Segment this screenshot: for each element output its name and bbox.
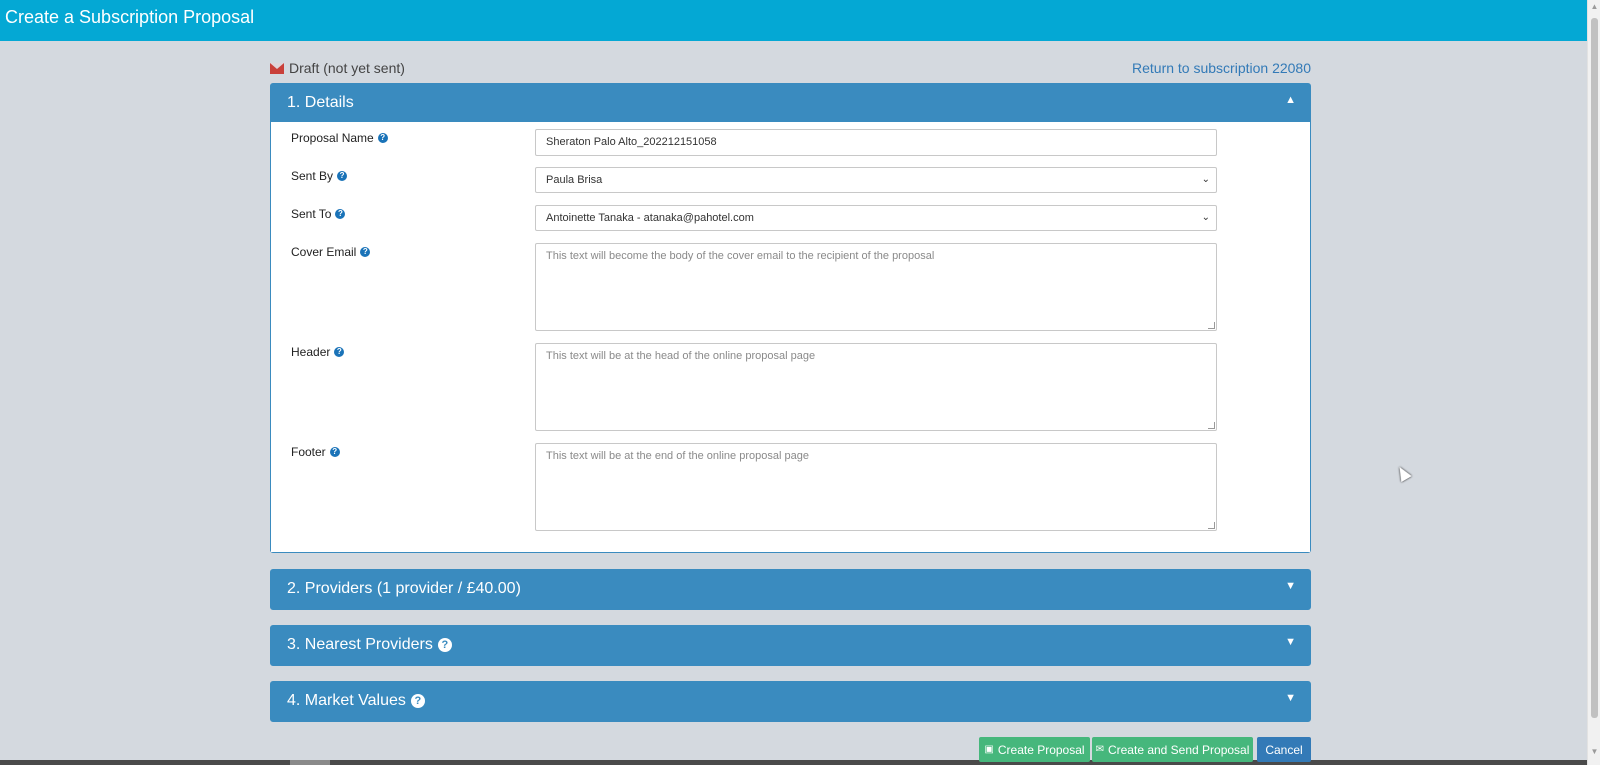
nearest-providers-panel[interactable]: 3. Nearest Providers ? ▼ xyxy=(270,625,1311,666)
nearest-providers-panel-header[interactable]: 3. Nearest Providers ? ▼ xyxy=(271,626,1310,664)
details-panel: 1. Details ▲ Proposal Name ? Sheraton Pa… xyxy=(270,83,1311,553)
header-label: Header ? xyxy=(291,345,345,359)
vertical-scrollbar[interactable]: ▲ ▼ xyxy=(1587,0,1600,765)
resize-handle-icon[interactable] xyxy=(1208,522,1215,529)
market-values-panel-title: 4. Market Values xyxy=(287,692,406,709)
sent-by-label-text: Sent By xyxy=(291,169,334,183)
sent-to-select[interactable]: Antoinette Tanaka - atanaka@pahotel.com … xyxy=(535,205,1217,231)
header-textarea[interactable]: This text will be at the head of the onl… xyxy=(535,343,1217,431)
chevron-down-icon: ⌄ xyxy=(1201,174,1210,185)
chevron-down-icon[interactable]: ▼ xyxy=(1285,636,1296,648)
chevron-down-icon: ⌄ xyxy=(1201,212,1210,223)
footer-label-text: Footer xyxy=(291,445,326,459)
cover-email-label-text: Cover Email xyxy=(291,245,357,259)
draft-status: Draft (not yet sent) xyxy=(270,60,405,76)
providers-panel-title: 2. Providers (1 provider / £40.00) xyxy=(287,580,521,597)
save-icon: ▣ xyxy=(984,744,994,755)
resize-handle-icon[interactable] xyxy=(1208,322,1215,329)
proposal-name-label: Proposal Name ? xyxy=(291,131,388,145)
footer-placeholder: This text will be at the end of the onli… xyxy=(546,450,809,462)
create-proposal-button[interactable]: ▣ Create Proposal xyxy=(979,737,1090,762)
sent-to-value: Antoinette Tanaka - atanaka@pahotel.com xyxy=(546,212,754,224)
proposal-name-input[interactable]: Sheraton Palo Alto_202212151058 xyxy=(535,129,1217,156)
sent-to-label-text: Sent To xyxy=(291,207,332,221)
draft-status-text: Draft (not yet sent) xyxy=(289,60,405,76)
scrollbar-thumb[interactable] xyxy=(1591,18,1598,718)
cover-email-label: Cover Email ? xyxy=(291,245,371,259)
horizontal-scrollbar[interactable] xyxy=(0,760,1587,765)
header-label-text: Header xyxy=(291,345,331,359)
details-panel-body: Proposal Name ? Sheraton Palo Alto_20221… xyxy=(271,122,1310,552)
market-values-panel-header[interactable]: 4. Market Values ? ▼ xyxy=(271,682,1310,720)
proposal-name-value: Sheraton Palo Alto_202212151058 xyxy=(546,136,717,148)
horizontal-scrollbar-thumb[interactable] xyxy=(290,760,330,765)
chevron-down-icon[interactable]: ▼ xyxy=(1285,580,1296,592)
sent-by-label: Sent By ? xyxy=(291,169,348,183)
cover-email-textarea[interactable]: This text will become the body of the co… xyxy=(535,243,1217,331)
details-panel-header[interactable]: 1. Details ▲ xyxy=(271,84,1310,122)
proposal-name-label-text: Proposal Name xyxy=(291,131,374,145)
help-icon[interactable]: ? xyxy=(377,133,388,143)
help-icon[interactable]: ? xyxy=(410,694,425,708)
header-placeholder: This text will be at the head of the onl… xyxy=(546,350,816,362)
top-bar: Create a Subscription Proposal xyxy=(0,0,1587,41)
scroll-up-arrow-icon[interactable]: ▲ xyxy=(1588,0,1600,14)
sent-by-value: Paula Brisa xyxy=(546,174,603,186)
cancel-button[interactable]: Cancel xyxy=(1257,737,1311,762)
sent-to-label: Sent To ? xyxy=(291,207,346,221)
market-values-panel[interactable]: 4. Market Values ? ▼ xyxy=(270,681,1311,722)
resize-handle-icon[interactable] xyxy=(1208,422,1215,429)
chevron-up-icon[interactable]: ▲ xyxy=(1285,94,1296,106)
cancel-label: Cancel xyxy=(1265,742,1303,757)
return-to-subscription-link[interactable]: Return to subscription 22080 xyxy=(1100,60,1311,76)
help-icon[interactable]: ? xyxy=(437,638,452,652)
create-and-send-proposal-button[interactable]: ✉ Create and Send Proposal xyxy=(1092,737,1253,762)
help-icon[interactable]: ? xyxy=(329,447,340,457)
create-and-send-label: Create and Send Proposal xyxy=(1107,742,1250,757)
page-title: Create a Subscription Proposal xyxy=(5,7,255,27)
sent-by-select[interactable]: Paula Brisa ⌄ xyxy=(535,167,1217,193)
providers-panel[interactable]: 2. Providers (1 provider / £40.00) ▼ xyxy=(270,569,1311,610)
details-panel-title: 1. Details xyxy=(287,94,354,111)
envelope-icon xyxy=(270,62,284,74)
create-proposal-label: Create Proposal xyxy=(997,742,1085,757)
cover-email-placeholder: This text will become the body of the co… xyxy=(546,250,935,262)
help-icon[interactable]: ? xyxy=(334,347,345,357)
help-icon[interactable]: ? xyxy=(360,247,371,257)
footer-label: Footer ? xyxy=(291,445,340,459)
chevron-down-icon[interactable]: ▼ xyxy=(1285,692,1296,704)
nearest-providers-panel-title: 3. Nearest Providers xyxy=(287,636,433,653)
help-icon[interactable]: ? xyxy=(337,171,348,181)
envelope-icon: ✉ xyxy=(1095,744,1104,755)
scroll-down-arrow-icon[interactable]: ▼ xyxy=(1588,745,1600,759)
mouse-cursor-icon xyxy=(1394,463,1412,483)
providers-panel-header[interactable]: 2. Providers (1 provider / £40.00) ▼ xyxy=(271,570,1310,608)
footer-textarea[interactable]: This text will be at the end of the onli… xyxy=(535,443,1217,531)
help-icon[interactable]: ? xyxy=(335,209,346,219)
